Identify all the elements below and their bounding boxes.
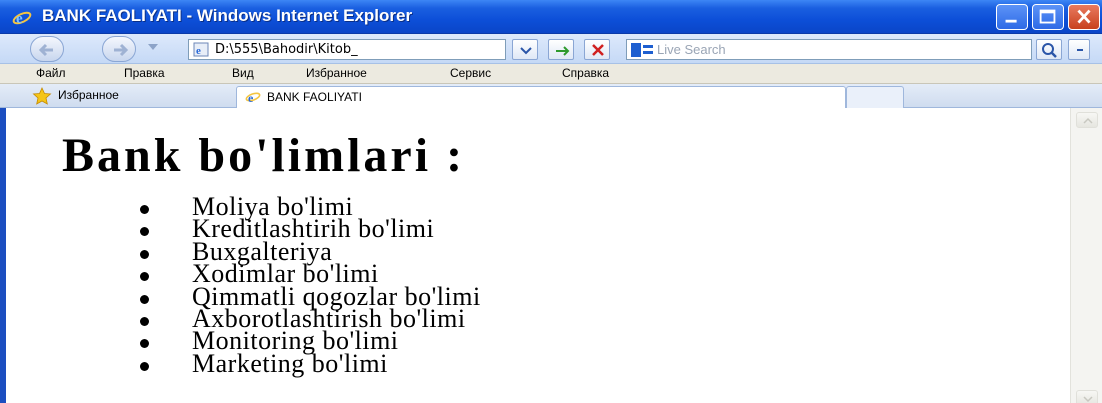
svg-text:e: e	[248, 91, 254, 104]
address-url: D:\555\Bahodir\Kitob_	[215, 42, 358, 57]
favorites-label[interactable]: Избранное	[58, 88, 119, 102]
vertical-scrollbar[interactable]	[1070, 108, 1102, 403]
minimize-button[interactable]	[996, 4, 1028, 30]
page-heading: Bank bo'limlari :	[62, 129, 466, 182]
address-dropdown-button[interactable]	[512, 39, 538, 60]
search-button[interactable]	[1036, 39, 1062, 60]
chevron-down-icon	[1083, 396, 1093, 403]
address-field[interactable]: e D:\555\Bahodir\Kitob_	[188, 39, 506, 60]
forward-arrow-icon	[114, 43, 129, 57]
search-input[interactable]: Live Search	[626, 39, 1032, 60]
history-dropdown-icon[interactable]	[148, 44, 158, 50]
page-icon: e	[193, 42, 209, 57]
close-window-button[interactable]	[1068, 4, 1100, 30]
address-toolbar: e D:\555\Bahodir\Kitob_ Live Search	[0, 34, 1102, 64]
bullet-icon	[140, 249, 149, 259]
menu-bar: Файл Правка Вид Избранное Сервис Справка	[0, 64, 1102, 84]
scroll-down-button[interactable]	[1076, 390, 1098, 403]
forward-button[interactable]	[102, 36, 136, 62]
scroll-up-button[interactable]	[1076, 112, 1098, 128]
browser-window: e BANK FAOLIYATI - Windows Internet Expl…	[0, 0, 1102, 403]
bullet-icon	[140, 227, 149, 237]
internet-explorer-icon: e	[245, 91, 261, 104]
stop-button[interactable]	[584, 39, 610, 60]
bullet-icon	[140, 316, 149, 326]
department-list: Moliya bo'limi Kreditlashtirih bo'limi Bux…	[140, 194, 481, 376]
chevron-up-icon	[1083, 117, 1093, 124]
bullet-icon	[140, 339, 149, 349]
search-placeholder: Live Search	[657, 42, 726, 57]
bullet-icon	[140, 205, 149, 214]
department-name: Marketing bo'limi	[192, 348, 388, 378]
list-item: Marketing bo'limi	[140, 350, 481, 376]
stop-icon	[592, 44, 604, 56]
window-title: BANK FAOLIYATI - Windows Internet Explor…	[42, 6, 413, 25]
new-tab-button[interactable]	[846, 86, 904, 108]
maximize-button[interactable]	[1032, 4, 1064, 30]
menu-file[interactable]: Файл	[36, 66, 66, 80]
page-content: Bank bo'limlari : Moliya bo'limi Kreditla…	[6, 108, 1070, 403]
refresh-button[interactable]	[548, 39, 574, 60]
menu-tools[interactable]: Сервис	[450, 66, 491, 80]
back-button[interactable]	[30, 36, 64, 62]
svg-text:e: e	[196, 45, 201, 57]
search-icon	[1042, 43, 1057, 58]
bullet-icon	[140, 361, 149, 371]
menu-help[interactable]: Справка	[562, 66, 609, 80]
chevron-down-icon	[520, 47, 532, 55]
svg-text:e: e	[16, 11, 23, 27]
tab-label: BANK FAOLIYATI	[267, 90, 362, 104]
maximize-icon	[1039, 9, 1056, 24]
title-bar[interactable]: e BANK FAOLIYATI - Windows Internet Expl…	[0, 0, 1102, 34]
internet-explorer-icon: e	[12, 11, 32, 27]
menu-edit[interactable]: Правка	[124, 66, 165, 80]
bullet-icon	[140, 272, 149, 282]
minimize-icon	[1005, 19, 1017, 23]
back-arrow-icon	[38, 43, 53, 57]
menu-favorites[interactable]: Избранное	[306, 66, 367, 80]
favorites-star-icon[interactable]	[32, 87, 52, 105]
dropdown-icon	[1077, 49, 1083, 51]
search-options-button[interactable]	[1068, 39, 1090, 60]
tab-bar: Избранное e BANK FAOLIYATI	[0, 84, 1102, 108]
live-search-logo-icon	[631, 43, 653, 57]
tab-bank-faoliyati[interactable]: e BANK FAOLIYATI	[236, 86, 846, 108]
refresh-icon	[556, 46, 570, 56]
menu-view[interactable]: Вид	[232, 66, 254, 80]
close-icon	[1077, 9, 1091, 24]
bullet-icon	[140, 294, 149, 304]
